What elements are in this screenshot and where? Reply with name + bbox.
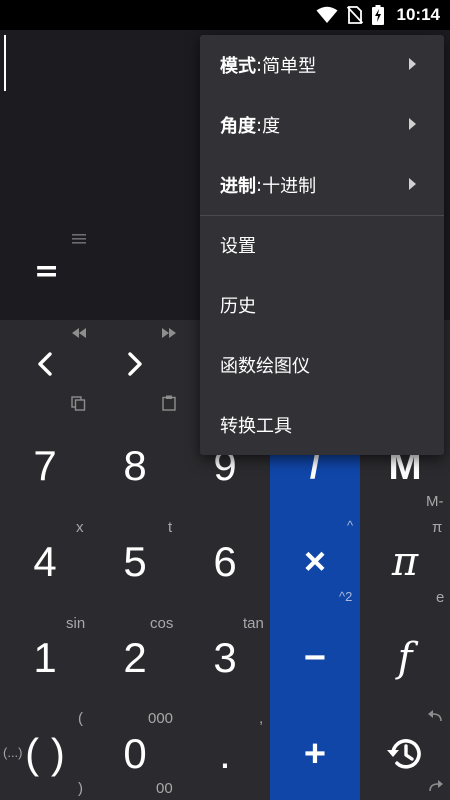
history-icon <box>387 739 421 769</box>
chevron-right-icon <box>128 352 142 376</box>
key-0[interactable]: 0 <box>90 706 180 800</box>
key-3[interactable]: 3 <box>180 610 270 706</box>
copy-icon[interactable] <box>71 396 86 411</box>
redo-icon[interactable] <box>428 780 443 792</box>
key-plus[interactable]: + <box>270 706 360 800</box>
overflow-menu: 模式: 简单型 角度: 度 进制: 十进制 设置 历史 函数绘图仪 转换工具 <box>200 35 444 455</box>
key-6[interactable]: 6 <box>180 514 270 610</box>
menu-item-angle[interactable]: 角度: 度 <box>200 95 444 155</box>
wifi-icon <box>316 6 338 23</box>
menu-mode-label: 模式 <box>220 56 256 77</box>
menu-base-value: 十进制 <box>262 176 317 197</box>
status-time: 10:14 <box>396 5 440 24</box>
no-sim-icon <box>346 6 363 24</box>
key-function[interactable]: f <box>360 610 450 706</box>
menu-item-history[interactable]: 历史 <box>200 275 444 335</box>
key-minus[interactable]: − <box>270 610 360 706</box>
menu-item-converter[interactable]: 转换工具 <box>200 395 444 455</box>
menu-item-mode[interactable]: 模式: 简单型 <box>200 35 444 95</box>
submenu-arrow-icon <box>409 118 416 130</box>
menu-mode-value: 简单型 <box>262 56 317 77</box>
input-cursor <box>4 35 6 91</box>
sub-label-memory-minus: M- <box>426 493 444 510</box>
paste-icon[interactable] <box>162 395 176 411</box>
equals-sign: = <box>34 254 60 289</box>
key-2[interactable]: 2 <box>90 610 180 706</box>
submenu-arrow-icon <box>409 178 416 190</box>
submenu-arrow-icon <box>409 58 416 70</box>
menu-angle-value: 度 <box>262 116 281 137</box>
jump-end-icon[interactable] <box>162 328 176 338</box>
menu-item-base[interactable]: 进制: 十进制 <box>200 155 444 215</box>
key-parentheses[interactable]: ( ) <box>0 706 90 800</box>
key-7[interactable]: 7 <box>0 418 90 514</box>
key-1[interactable]: 1 <box>0 610 90 706</box>
cursor-right-button[interactable] <box>120 348 150 380</box>
status-bar: 10:14 <box>0 0 450 30</box>
key-4[interactable]: 4 <box>0 514 90 610</box>
sub-label-square: ^2 <box>339 589 353 604</box>
undo-icon[interactable] <box>428 710 443 722</box>
cursor-left-button[interactable] <box>30 348 60 380</box>
battery-charging-icon <box>371 5 384 25</box>
menu-item-settings[interactable]: 设置 <box>200 215 444 275</box>
drag-handle-icon[interactable] <box>72 234 86 244</box>
key-decimal[interactable]: . <box>180 706 270 800</box>
key-5[interactable]: 5 <box>90 514 180 610</box>
menu-base-label: 进制 <box>220 176 256 197</box>
sub-label-e: e <box>436 589 445 606</box>
jump-start-icon[interactable] <box>72 328 86 338</box>
menu-item-grapher[interactable]: 函数绘图仪 <box>200 335 444 395</box>
key-8[interactable]: 8 <box>90 418 180 514</box>
menu-angle-label: 角度 <box>220 116 256 137</box>
chevron-left-icon <box>38 352 52 376</box>
